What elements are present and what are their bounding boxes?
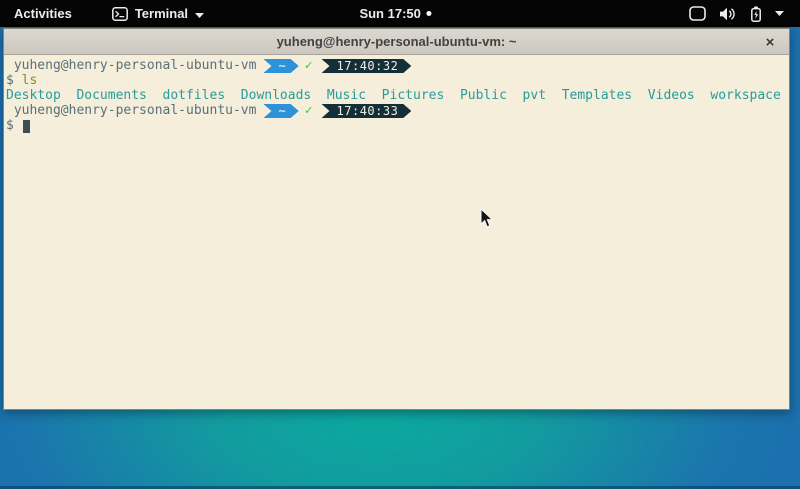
terminal-icon	[112, 7, 128, 21]
prompt-line: yuheng@henry-personal-ubuntu-vm ~ ✓ 17:40:3…	[6, 103, 789, 118]
typed-command: ls	[22, 73, 38, 88]
command-line: $ ls	[6, 73, 789, 88]
clock-label: Sun 17:50	[359, 6, 420, 21]
ls-output: Desktop Documents dotfiles Downloads Mus…	[6, 88, 789, 103]
desktop: Activities Terminal Sun 17:50	[0, 0, 800, 489]
chevron-down-icon	[775, 11, 784, 16]
window-titlebar[interactable]: yuheng@henry-personal-ubuntu-vm: ~ ×	[4, 29, 789, 55]
powerline-path-segment: ~	[263, 104, 298, 118]
window-title: yuheng@henry-personal-ubuntu-vm: ~	[277, 34, 517, 49]
activities-button[interactable]: Activities	[0, 0, 86, 27]
close-button[interactable]: ×	[759, 29, 781, 55]
prompt-user-host: yuheng@henry-personal-ubuntu-vm	[6, 103, 256, 118]
gnome-top-bar: Activities Terminal Sun 17:50	[0, 0, 800, 27]
check-icon: ✓	[305, 103, 313, 118]
app-menu[interactable]: Terminal	[112, 0, 204, 27]
terminal-window: yuheng@henry-personal-ubuntu-vm: ~ × yuh…	[3, 28, 790, 410]
check-icon: ✓	[305, 58, 313, 73]
notification-dot	[427, 11, 432, 16]
system-status-area[interactable]	[689, 0, 800, 27]
app-menu-label: Terminal	[135, 6, 188, 21]
powerline-time-segment: 17:40:32	[322, 59, 412, 73]
volume-icon	[719, 7, 737, 21]
clock-button[interactable]: Sun 17:50	[359, 0, 431, 27]
display-icon	[689, 6, 706, 21]
prompt-user-host: yuheng@henry-personal-ubuntu-vm	[6, 58, 256, 73]
battery-charging-icon	[750, 6, 762, 22]
command-line-current[interactable]: $	[6, 118, 789, 133]
chevron-down-icon	[195, 6, 204, 21]
terminal-cursor	[23, 120, 30, 133]
prompt-line: yuheng@henry-personal-ubuntu-vm ~ ✓ 17:40:3…	[6, 58, 789, 73]
prompt-symbol: $	[6, 118, 14, 133]
terminal-content[interactable]: yuheng@henry-personal-ubuntu-vm ~ ✓ 17:40:3…	[4, 55, 789, 409]
powerline-path-segment: ~	[263, 59, 298, 73]
prompt-symbol: $	[6, 73, 14, 88]
powerline-time-segment: 17:40:33	[322, 104, 412, 118]
